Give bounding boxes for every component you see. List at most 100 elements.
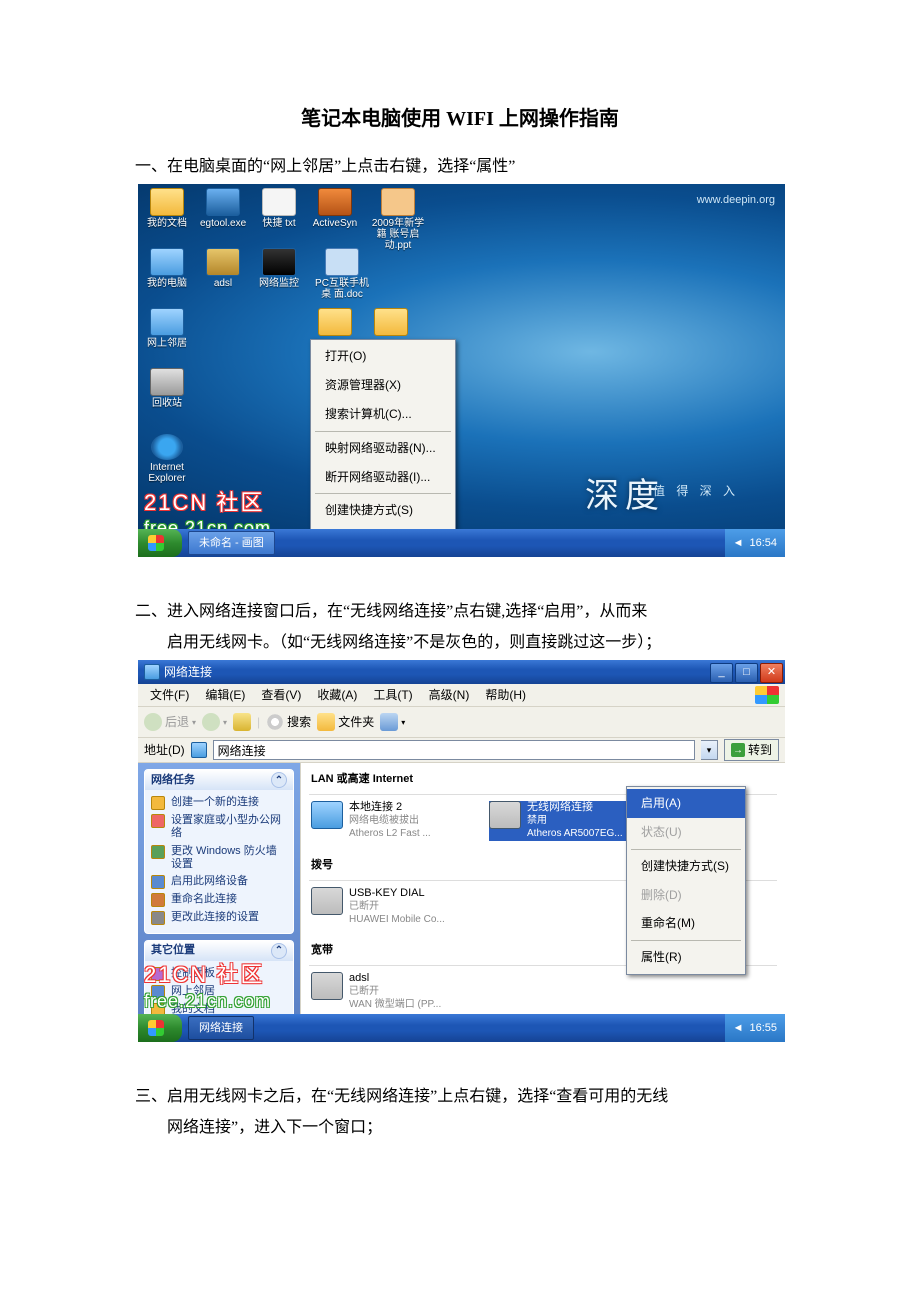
ctx-map[interactable]: 映射网络驱动器(N)... [311,434,455,463]
window-minimize-button[interactable]: _ [710,663,733,683]
desktop-adsl-icon[interactable]: adsl [200,248,246,289]
title-pre: 笔记本电脑使用 [301,108,446,130]
desktop-recycle-icon[interactable]: 回收站 [144,368,190,409]
chevron-up-icon[interactable]: ⌃ [271,943,287,959]
toolbar-up-button[interactable] [233,713,251,731]
wlan-icon [489,801,521,829]
connection-dial[interactable]: USB-KEY DIAL已断开HUAWEI Mobile Co... [311,887,481,927]
desktop-mydocs-icon[interactable]: 我的文档 [144,188,190,229]
ctx2-status: 状态(U) [627,818,745,847]
menu-fav[interactable]: 收藏(A) [311,684,363,707]
address-label: 地址(D) [144,739,185,762]
panel-network-tasks-title: 网络任务 [151,770,195,791]
wallpaper-url: www.deepin.org [697,190,775,211]
wallpaper-brand-sub: 值 得 深 入 [653,480,739,503]
step-3-text: 三、启用无线网卡之后，在“无线网络连接”上点右键，选择“查看可用的无线 网络连接… [135,1082,785,1143]
windows-flag-icon [755,686,779,704]
connection-context-menu: 启用(A) 状态(U) 创建快捷方式(S) 删除(D) 重命名(M) 属性(R) [626,786,746,975]
chevron-up-icon[interactable]: ⌃ [271,772,287,788]
ctx2-properties[interactable]: 属性(R) [627,943,745,972]
system-tray[interactable]: ◄ 16:54 [725,529,785,557]
title-wifi: WIFI [446,108,494,130]
window-titlebar: 网络连接 _ □ ✕ [138,660,785,684]
taskbar: 未命名 - 画图 ◄ 16:54 [138,529,785,557]
menu-view[interactable]: 查看(V) [255,684,307,707]
panel-network-tasks: 网络任务 ⌃ 创建一个新的连接 设置家庭或小型办公网络 更改 Windows 防火… [144,769,294,934]
system-tray-2[interactable]: ◄ 16:55 [725,1014,785,1042]
ctx-explorer[interactable]: 资源管理器(X) [311,371,455,400]
start-icon [148,535,164,551]
desktop-doc-icon[interactable]: PC互联手机桌 面.doc [312,248,372,300]
screenshot-desktop: www.deepin.org 我的文档 egtool.exe 快捷 txt Ac… [138,184,785,557]
menu-edit[interactable]: 编辑(E) [199,684,251,707]
toolbar-views-button[interactable]: ▾ [380,713,405,731]
address-go-button[interactable]: →转到 [724,739,779,761]
taskbar-app-paint[interactable]: 未命名 - 画图 [188,531,275,555]
ctx2-rename[interactable]: 重命名(M) [627,909,745,938]
address-input[interactable] [213,740,695,760]
menu-adv[interactable]: 高级(N) [423,684,476,707]
connection-wlan[interactable]: 无线网络连接禁用Atheros AR5007EG... [489,801,639,841]
watermark-site-2: free.21cn.com [144,984,271,1018]
ctx-unmap[interactable]: 断开网络驱动器(I)... [311,463,455,492]
start-button[interactable] [138,529,182,557]
lan-icon [311,801,343,829]
tray-icon: ◄ [733,1018,744,1039]
desktop-mypc-icon[interactable]: 我的电脑 [144,248,190,289]
desktop-context-menu: 打开(O) 资源管理器(X) 搜索计算机(C)... 映射网络驱动器(N)...… [310,339,456,557]
tray-icon: ◄ [733,533,744,554]
document-title: 笔记本电脑使用 WIFI 上网操作指南 [135,100,785,138]
window-close-button[interactable]: ✕ [760,663,783,683]
window-icon [144,664,160,680]
toolbar-search-button[interactable]: 搜索 [266,711,311,734]
start-icon [148,1020,164,1036]
menu-help[interactable]: 帮助(H) [479,684,532,707]
tray-clock: 16:55 [749,1018,777,1039]
address-dropdown[interactable]: ▾ [701,740,718,760]
step-2-text: 二、进入网络连接窗口后，在“无线网络连接”点右键,选择“启用”，从而来 启用无线… [135,597,785,658]
ctx2-shortcut[interactable]: 创建快捷方式(S) [627,852,745,881]
taskbar-app-network[interactable]: 网络连接 [188,1016,254,1040]
start-button-2[interactable] [138,1014,182,1042]
task-change-settings[interactable]: 更改此连接的设置 [151,909,287,927]
ctx-shortcut[interactable]: 创建快捷方式(S) [311,496,455,525]
title-post: 上网操作指南 [494,108,619,130]
toolbar-folders-button[interactable]: 文件夹 [317,711,374,734]
desktop-txt-icon[interactable]: 快捷 txt [256,188,302,229]
window-maximize-button[interactable]: □ [735,663,758,683]
step-1-text: 一、在电脑桌面的“网上邻居”上点击右键，选择“属性” [135,152,785,182]
tray-clock: 16:54 [749,533,777,554]
desktop-ppt-icon[interactable]: 2009年新学籍 账号启动.ppt [368,188,428,251]
connection-adsl[interactable]: adsl已断开WAN 微型端口 (PP... [311,972,481,1012]
menu-file[interactable]: 文件(F) [144,684,195,707]
task-setup-network[interactable]: 设置家庭或小型办公网络 [151,812,287,842]
toolbar: 后退▾ ▾ | 搜索 文件夹 ▾ [138,707,785,738]
ctx-open[interactable]: 打开(O) [311,342,455,371]
task-new-connection[interactable]: 创建一个新的连接 [151,794,287,812]
ctx2-delete: 删除(D) [627,881,745,910]
address-icon [191,742,207,758]
task-firewall[interactable]: 更改 Windows 防火墙设置 [151,843,287,873]
toolbar-back-button[interactable]: 后退▾ [144,711,196,734]
ctx-search[interactable]: 搜索计算机(C)... [311,400,455,429]
adsl-icon [311,972,343,1000]
go-arrow-icon: → [731,743,745,757]
desktop-egtool-icon[interactable]: egtool.exe [200,188,246,229]
ctx2-enable[interactable]: 启用(A) [627,789,745,818]
connection-lan[interactable]: 本地连接 2网络电缆被拔出Atheros L2 Fast ... [311,801,481,841]
desktop-activesync-icon[interactable]: ActiveSyn [312,188,358,229]
desktop-folder1-icon[interactable] [312,308,358,338]
taskbar-2: 网络连接 ◄ 16:55 [138,1014,785,1042]
toolbar-forward-button[interactable]: ▾ [202,713,227,731]
screenshot-network-connections: 网络连接 _ □ ✕ 文件(F) 编辑(E) 查看(V) 收藏(A) 工具(T)… [138,660,785,1042]
task-enable-device[interactable]: 启用此网络设备 [151,873,287,891]
desktop-netmon-icon[interactable]: 网络监控 [256,248,302,289]
desktop-network-neighborhood-icon[interactable]: 网上邻居 [144,308,190,349]
desktop-folder2-icon[interactable] [368,308,414,338]
task-rename[interactable]: 重命名此连接 [151,891,287,909]
window-title: 网络连接 [164,661,212,684]
menu-tools[interactable]: 工具(T) [367,684,418,707]
desktop-ie-icon[interactable]: Internet Explorer [144,434,190,484]
address-bar: 地址(D) ▾ →转到 [138,738,785,763]
dial-icon [311,887,343,915]
